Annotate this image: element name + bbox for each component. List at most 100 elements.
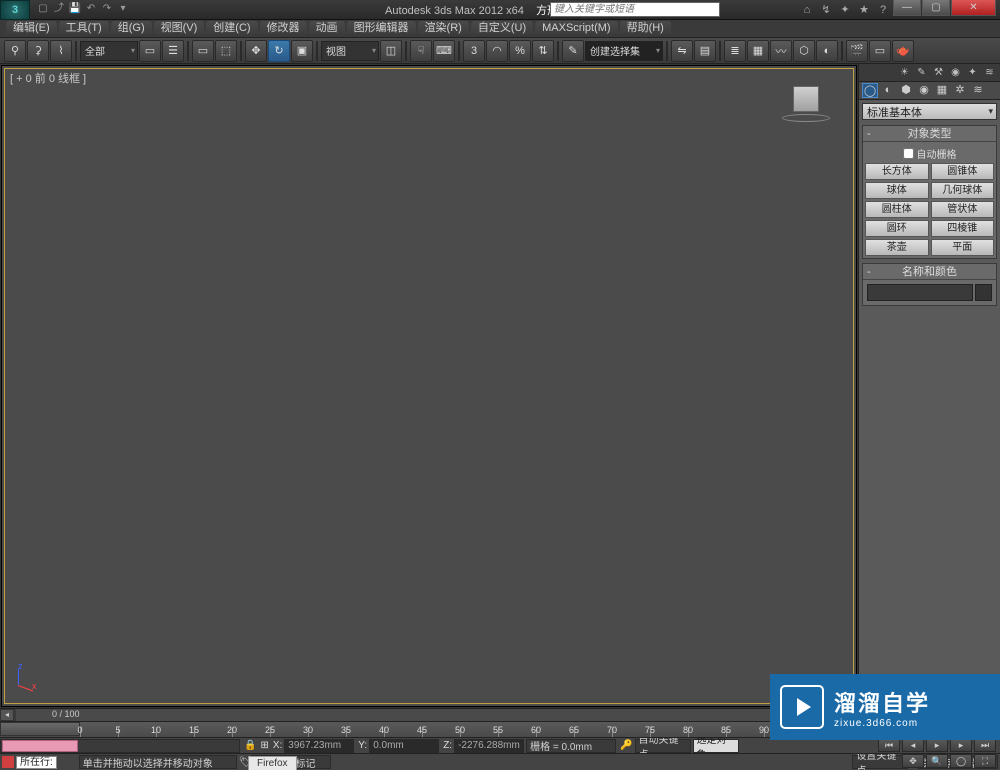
btn-teapot[interactable]: 茶壶: [865, 239, 929, 256]
qat-open-icon[interactable]: ⤴: [52, 2, 66, 16]
communication-icon[interactable]: ↯: [818, 2, 834, 18]
cp-light-icon[interactable]: ☀: [897, 65, 912, 80]
qat-redo-icon[interactable]: ↷: [100, 2, 114, 16]
menu-rendering[interactable]: 渲染(R): [418, 21, 469, 36]
play-icon[interactable]: ▸: [926, 738, 948, 752]
goto-start-icon[interactable]: ⏮: [878, 738, 900, 752]
app-logo[interactable]: 3: [0, 0, 30, 20]
tab-create-icon[interactable]: ◯: [862, 83, 878, 98]
rect-region-icon[interactable]: ▭: [192, 40, 214, 62]
layer-manager-icon[interactable]: ≣: [724, 40, 746, 62]
ref-coord-dropdown[interactable]: 视图: [321, 41, 379, 61]
link-icon[interactable]: ⚲: [4, 40, 26, 62]
select-object-icon[interactable]: ▭: [139, 40, 161, 62]
viewcube-ring[interactable]: [782, 114, 830, 122]
mirror-icon[interactable]: ⇋: [671, 40, 693, 62]
cp-display-icon[interactable]: ◉: [948, 65, 963, 80]
goto-end-icon[interactable]: ⏭: [974, 738, 996, 752]
tab-display-icon[interactable]: ▦: [934, 83, 950, 98]
selection-filter-dropdown[interactable]: 全部: [80, 41, 138, 61]
menu-edit[interactable]: 编辑(E): [6, 21, 57, 36]
autokey-button[interactable]: 自动关键点: [635, 739, 691, 753]
cp-more-icon[interactable]: ≋: [982, 65, 997, 80]
select-manipulate-icon[interactable]: ☟: [410, 40, 432, 62]
bind-spacewarp-icon[interactable]: ⌇: [50, 40, 72, 62]
rollout-header-namecolor[interactable]: -名称和颜色: [863, 264, 996, 280]
edit-selection-set-icon[interactable]: ✎: [562, 40, 584, 62]
viewcube-face[interactable]: [793, 86, 819, 112]
y-coord[interactable]: 0.0mm: [369, 739, 439, 753]
tab-hierarchy-icon[interactable]: ⬢: [898, 83, 914, 98]
favorites-icon[interactable]: ★: [856, 2, 872, 18]
qat-more-icon[interactable]: ▾: [116, 2, 130, 16]
menu-tools[interactable]: 工具(T): [59, 21, 109, 36]
use-center-icon[interactable]: ◫: [380, 40, 402, 62]
track-segment[interactable]: [2, 740, 78, 752]
btn-torus[interactable]: 圆环: [865, 220, 929, 237]
curve-editor-icon[interactable]: 〰: [770, 40, 792, 62]
selobj-dropdown[interactable]: 选定对象: [693, 739, 739, 753]
viewport[interactable]: [ + 0 前 0 线框 ] z x: [1, 65, 857, 707]
select-rotate-icon[interactable]: ↻: [268, 40, 290, 62]
cp-util-icon[interactable]: ✦: [965, 65, 980, 80]
lock-icon[interactable]: 🔒: [242, 740, 258, 751]
menu-grapheditors[interactable]: 图形编辑器: [347, 21, 416, 36]
nav-zoom-icon[interactable]: 🔍: [926, 754, 948, 768]
btn-tube[interactable]: 管状体: [931, 201, 995, 218]
menu-help[interactable]: 帮助(H): [620, 21, 671, 36]
menu-animation[interactable]: 动画: [309, 21, 345, 36]
qat-new-icon[interactable]: ▢: [36, 2, 50, 16]
btn-pyramid[interactable]: 四棱锥: [931, 220, 995, 237]
object-name-input[interactable]: [867, 284, 973, 301]
select-name-icon[interactable]: ☰: [162, 40, 184, 62]
help-search-input[interactable]: [550, 2, 720, 17]
menu-maxscript[interactable]: MAXScript(M): [535, 21, 617, 36]
select-move-icon[interactable]: ✥: [245, 40, 267, 62]
select-scale-icon[interactable]: ▣: [291, 40, 313, 62]
tab-extra-icon[interactable]: ≋: [970, 83, 986, 98]
btn-cone[interactable]: 圆锥体: [931, 163, 995, 180]
graphite-tools-icon[interactable]: ▦: [747, 40, 769, 62]
render-setup-icon[interactable]: 🎬: [846, 40, 868, 62]
next-frame-icon[interactable]: ▸: [950, 738, 972, 752]
close-button[interactable]: ✕: [951, 0, 996, 16]
prev-frame-icon[interactable]: ◂: [902, 738, 924, 752]
z-coord[interactable]: -2276.288mm: [454, 739, 524, 753]
btn-cylinder[interactable]: 圆柱体: [865, 201, 929, 218]
subscription-icon[interactable]: ⌂: [799, 2, 815, 18]
viewport-label[interactable]: [ + 0 前 0 线框 ]: [10, 70, 86, 86]
nav-orbit-icon[interactable]: ◯: [950, 754, 972, 768]
menu-create[interactable]: 创建(C): [206, 21, 257, 36]
btn-sphere[interactable]: 球体: [865, 182, 929, 199]
viewcube[interactable]: [776, 86, 836, 126]
firefox-taskbar-tag[interactable]: Firefox: [248, 756, 297, 770]
named-selection-dropdown[interactable]: 创建选择集: [585, 41, 663, 61]
qat-undo-icon[interactable]: ↶: [84, 2, 98, 16]
autogrid-checkbox[interactable]: [903, 148, 914, 159]
tab-utilities-icon[interactable]: ✲: [952, 83, 968, 98]
maximize-button[interactable]: ▢: [922, 0, 950, 16]
rendered-frame-icon[interactable]: ▭: [869, 40, 891, 62]
btn-box[interactable]: 长方体: [865, 163, 929, 180]
nav-pan-icon[interactable]: ✥: [902, 754, 924, 768]
render-production-icon[interactable]: 🫖: [892, 40, 914, 62]
keyboard-shortcut-icon[interactable]: ⌨: [433, 40, 455, 62]
time-scroll-left-icon[interactable]: ◂: [0, 709, 14, 721]
menu-modifiers[interactable]: 修改器: [260, 21, 307, 36]
schematic-view-icon[interactable]: ⬡: [793, 40, 815, 62]
window-crossing-icon[interactable]: ⬚: [215, 40, 237, 62]
percent-snap-icon[interactable]: %: [509, 40, 531, 62]
category-dropdown[interactable]: 标准基本体: [862, 103, 997, 120]
menu-group[interactable]: 组(G): [111, 21, 152, 36]
tab-motion-icon[interactable]: ◉: [916, 83, 932, 98]
snap-toggle-icon[interactable]: 3: [463, 40, 485, 62]
help-icon[interactable]: ?: [875, 2, 891, 18]
tab-modify-icon[interactable]: ◐: [880, 83, 896, 98]
menu-views[interactable]: 视图(V): [154, 21, 205, 36]
unlink-icon[interactable]: ⚳: [27, 40, 49, 62]
material-editor-icon[interactable]: ◐: [816, 40, 838, 62]
key-icon[interactable]: 🔑: [618, 740, 634, 751]
x-coord[interactable]: 3967.23mm: [284, 739, 354, 753]
btn-geosphere[interactable]: 几何球体: [931, 182, 995, 199]
timeline-slider[interactable]: [0, 722, 80, 736]
